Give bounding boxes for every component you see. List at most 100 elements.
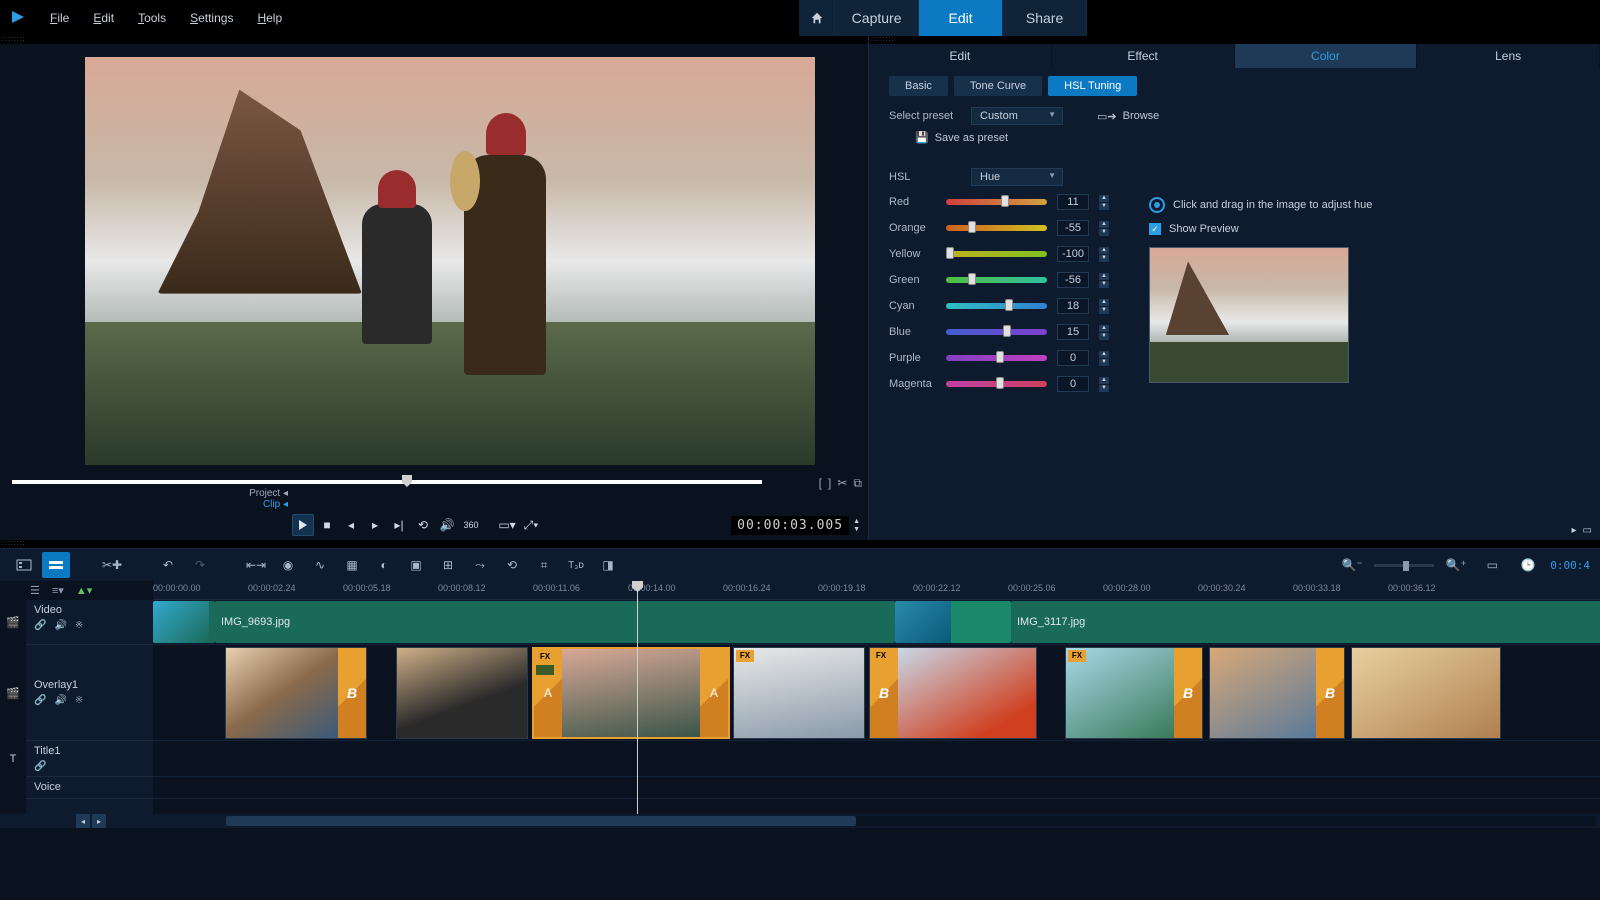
- stepper-down[interactable]: ▼: [1099, 307, 1109, 314]
- timeline-playhead[interactable]: [637, 581, 638, 814]
- 3d-title-button[interactable]: T₃ᴅ: [562, 552, 590, 578]
- slider-value-green[interactable]: -56: [1057, 272, 1089, 288]
- slider-cyan[interactable]: [946, 303, 1047, 309]
- link-icon[interactable]: 🔗: [34, 620, 46, 631]
- slider-value-cyan[interactable]: 18: [1057, 298, 1089, 314]
- slider-blue[interactable]: [946, 329, 1047, 335]
- track-add-icon[interactable]: ▲▾: [76, 584, 92, 597]
- motion-button[interactable]: ⤳: [466, 552, 494, 578]
- snapshot-icon[interactable]: ⧉: [853, 476, 862, 491]
- crop-button[interactable]: ⌗: [530, 552, 558, 578]
- trim-button[interactable]: ⇤⇥: [242, 552, 270, 578]
- mark-out-icon[interactable]: ]: [828, 476, 831, 491]
- track-header-video[interactable]: Video 🔗🔊※: [26, 600, 153, 645]
- preset-dropdown[interactable]: Custom: [971, 107, 1063, 125]
- stepper-down[interactable]: ▼: [1099, 333, 1109, 340]
- slider-value-purple[interactable]: 0: [1057, 350, 1089, 366]
- rp-tab-lens[interactable]: Lens: [1417, 44, 1600, 68]
- loop-button[interactable]: ⟲: [412, 514, 434, 536]
- slider-value-magenta[interactable]: 0: [1057, 376, 1089, 392]
- volume-button[interactable]: 🔊: [436, 514, 458, 536]
- next-clip-button[interactable]: ▸|: [388, 514, 410, 536]
- stepper-up[interactable]: ▲: [1099, 325, 1109, 332]
- rp-tab-effect[interactable]: Effect: [1052, 44, 1235, 68]
- overlay-clip[interactable]: [1351, 647, 1501, 739]
- save-as-preset-button[interactable]: 💾 Save as preset: [915, 131, 1008, 144]
- stepper-up[interactable]: ▲: [1099, 247, 1109, 254]
- overlay-clip[interactable]: [1209, 647, 1345, 739]
- video-clip-thumb[interactable]: [153, 601, 215, 643]
- overlay-clip[interactable]: [396, 647, 528, 739]
- tab-capture[interactable]: Capture: [835, 0, 919, 36]
- browse-presets-button[interactable]: ▭➔ Browse: [1097, 110, 1159, 123]
- track-header-voice[interactable]: Voice: [26, 777, 153, 799]
- mute-icon[interactable]: 🔊: [54, 695, 66, 706]
- menu-help[interactable]: HelpHelp: [247, 7, 292, 29]
- menu-file[interactable]: FFileile: [40, 7, 79, 29]
- stepper-up[interactable]: ▲: [1099, 377, 1109, 384]
- aspect-button[interactable]: ▭▾: [496, 514, 518, 536]
- overlay-clip[interactable]: FX: [869, 647, 1037, 739]
- stepper-down[interactable]: ▼: [1099, 203, 1109, 210]
- fx-toggle-icon[interactable]: ※: [75, 695, 83, 706]
- undo-button[interactable]: ↶: [154, 552, 182, 578]
- next-frame-button[interactable]: ▸: [364, 514, 386, 536]
- stepper-up[interactable]: ▲: [1099, 351, 1109, 358]
- stepper-down[interactable]: ▼: [1099, 229, 1109, 236]
- rp-tab-color[interactable]: Color: [1235, 44, 1418, 68]
- clock-button[interactable]: 🕒: [1514, 552, 1542, 578]
- timeline-scrollbar[interactable]: [226, 816, 1596, 826]
- overlay-track-row[interactable]: FX FX FX FX: [153, 645, 1600, 741]
- voice-track-row[interactable]: [153, 777, 1600, 799]
- sync-button[interactable]: ⟲: [498, 552, 526, 578]
- slider-green[interactable]: [946, 277, 1047, 283]
- cut-icon[interactable]: ✂: [837, 476, 847, 491]
- grid-button[interactable]: ⊞: [434, 552, 462, 578]
- seek-playhead[interactable]: [402, 475, 412, 487]
- timecode-down[interactable]: ▼: [853, 526, 860, 533]
- video-clip-1[interactable]: IMG_9693.jpg: [215, 601, 895, 643]
- subtab-basic[interactable]: Basic: [889, 76, 948, 96]
- link-icon[interactable]: 🔗: [34, 761, 46, 772]
- video-clip-transition[interactable]: [895, 601, 1011, 643]
- clip-mode-label[interactable]: Clip ◂: [263, 499, 288, 510]
- track-header-overlay[interactable]: Overlay1 🔗🔊※: [26, 645, 153, 741]
- overlay-clip[interactable]: [225, 647, 367, 739]
- slider-purple[interactable]: [946, 355, 1047, 361]
- display-options-button[interactable]: ⤢▾: [520, 514, 542, 536]
- video-clip-2[interactable]: IMG_3117.jpg: [1011, 601, 1600, 643]
- stepper-down[interactable]: ▼: [1099, 281, 1109, 288]
- menu-edit[interactable]: EditEdit: [83, 7, 124, 29]
- slider-value-red[interactable]: 11: [1057, 194, 1089, 210]
- color-wheel-button[interactable]: ◉: [274, 552, 302, 578]
- play-button[interactable]: [292, 514, 314, 536]
- prev-frame-button[interactable]: ◂: [340, 514, 362, 536]
- track-collapse-icon[interactable]: ≡▾: [52, 584, 64, 597]
- subtab-tone-curve[interactable]: Tone Curve: [954, 76, 1042, 96]
- pip-designer-button[interactable]: ▣: [402, 552, 430, 578]
- stepper-down[interactable]: ▼: [1099, 255, 1109, 262]
- subtab-hsl-tuning[interactable]: HSL Tuning: [1048, 76, 1137, 96]
- overlay-clip[interactable]: FX: [733, 647, 865, 739]
- fit-button[interactable]: ▭: [1478, 552, 1506, 578]
- zoom-in-button[interactable]: 🔍⁺: [1442, 552, 1470, 578]
- quality-button[interactable]: 360: [460, 514, 482, 536]
- overlay-clip[interactable]: FX: [1065, 647, 1203, 739]
- zoom-out-button[interactable]: 🔍⁻: [1338, 552, 1366, 578]
- tab-home[interactable]: [799, 0, 835, 36]
- menu-tools[interactable]: ToolsTools: [128, 7, 176, 29]
- zoom-slider[interactable]: [1374, 564, 1434, 567]
- fx-toggle-icon[interactable]: ※: [75, 620, 83, 631]
- timeline-view-button[interactable]: [42, 552, 70, 578]
- slider-magenta[interactable]: [946, 381, 1047, 387]
- preview-image[interactable]: [85, 57, 815, 465]
- stepper-up[interactable]: ▲: [1099, 299, 1109, 306]
- title-track-row[interactable]: [153, 741, 1600, 777]
- panel-dock-icon[interactable]: ▭: [1583, 525, 1592, 536]
- rp-tab-edit[interactable]: Edit: [869, 44, 1052, 68]
- show-preview-checkbox[interactable]: ✓: [1149, 223, 1161, 235]
- track-list-icon[interactable]: ☰: [30, 584, 40, 597]
- link-icon[interactable]: 🔗: [34, 695, 46, 706]
- project-mode-label[interactable]: Project ◂: [249, 488, 288, 499]
- scroll-next[interactable]: ▸: [92, 814, 106, 828]
